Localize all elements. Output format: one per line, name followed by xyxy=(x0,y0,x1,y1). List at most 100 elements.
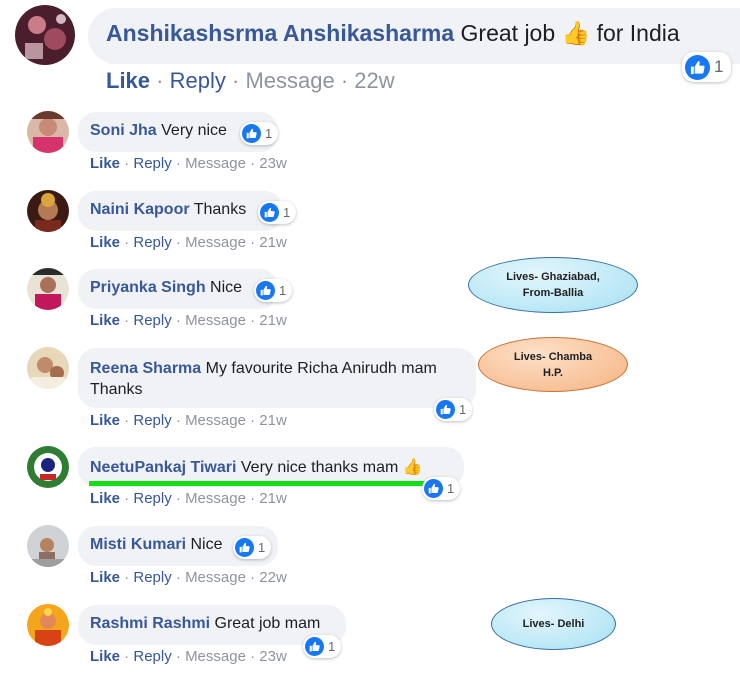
reply-actions: Like · Reply · Message · 23w xyxy=(90,155,287,172)
reply-timestamp[interactable]: 23w xyxy=(259,155,287,172)
reply-actions: Like · Reply · Message · 22w xyxy=(90,569,287,586)
comment-text-after: for India xyxy=(596,20,680,46)
reply-link[interactable]: Reply xyxy=(133,648,171,665)
reply-link[interactable]: Reply xyxy=(170,68,226,93)
reply-text-line2: Thanks xyxy=(90,381,143,398)
reply-link[interactable]: Reply xyxy=(133,312,171,329)
avatar[interactable] xyxy=(27,604,69,646)
like-link[interactable]: Like xyxy=(90,490,120,507)
message-link[interactable]: Message xyxy=(185,312,246,329)
reaction-badge[interactable]: 1 xyxy=(254,279,293,302)
avatar[interactable] xyxy=(27,111,69,153)
avatar-image xyxy=(27,347,69,389)
reply-author[interactable]: Reena Sharma xyxy=(90,360,201,377)
reply-author[interactable]: Priyanka Singh xyxy=(90,279,206,296)
message-link[interactable]: Message xyxy=(185,490,246,507)
reply-timestamp[interactable]: 22w xyxy=(259,569,287,586)
thumbs-up-emoji: 👍 xyxy=(402,459,423,476)
callout-line1: Lives- Chamba xyxy=(513,350,593,363)
comment-bubble: Anshikashsrma Anshikasharma Great job 👍 … xyxy=(88,8,740,64)
location-callout: Lives- Chamba H.P. xyxy=(478,337,628,392)
reply-timestamp[interactable]: 21w xyxy=(259,312,287,329)
reaction-count: 1 xyxy=(258,540,266,555)
reply-bubble: Naini Kapoor Thanks xyxy=(78,191,283,231)
message-link[interactable]: Message xyxy=(245,68,334,93)
like-link[interactable]: Like xyxy=(90,312,120,329)
avatar[interactable] xyxy=(15,5,75,65)
reply-link[interactable]: Reply xyxy=(133,155,171,172)
reply-link[interactable]: Reply xyxy=(133,412,171,429)
like-reaction-icon xyxy=(260,203,279,222)
like-link[interactable]: Like xyxy=(90,648,120,665)
message-link[interactable]: Message xyxy=(185,234,246,251)
reply-text: Nice xyxy=(190,536,223,553)
like-reaction-icon xyxy=(256,281,275,300)
avatar-image xyxy=(27,190,69,232)
avatar-image xyxy=(27,446,69,488)
message-link[interactable]: Message xyxy=(185,569,246,586)
avatar[interactable] xyxy=(27,268,69,310)
comment-timestamp[interactable]: 22w xyxy=(354,68,394,93)
reply-text: Nice xyxy=(210,279,243,296)
reply-author[interactable]: Rashmi Rashmi xyxy=(90,615,210,632)
reaction-badge[interactable]: 1 xyxy=(422,477,461,500)
reaction-badge[interactable]: 1 xyxy=(303,635,342,658)
callout-line1: Lives- Ghaziabad, xyxy=(506,271,600,283)
avatar-image xyxy=(15,5,75,65)
message-link[interactable]: Message xyxy=(185,648,246,665)
reply-author[interactable]: NeetuPankaj Tiwari xyxy=(90,459,236,476)
reply-timestamp[interactable]: 21w xyxy=(259,234,287,251)
reply-text: Thanks xyxy=(193,201,247,218)
reply-timestamp[interactable]: 21w xyxy=(259,490,287,507)
like-reaction-icon xyxy=(424,479,443,498)
like-link[interactable]: Like xyxy=(90,155,120,172)
reply-link[interactable]: Reply xyxy=(133,490,171,507)
callout-line1: Lives- Delhi xyxy=(522,618,585,630)
reaction-badge[interactable]: 1 xyxy=(240,122,279,145)
reaction-badge[interactable]: 1 xyxy=(682,52,732,82)
like-link[interactable]: Like xyxy=(90,412,120,429)
avatar[interactable] xyxy=(27,446,69,488)
reaction-count: 1 xyxy=(328,639,336,654)
reply-author[interactable]: Misti Kumari xyxy=(90,536,186,553)
reply-bubble: Reena Sharma My favourite Richa Anirudh … xyxy=(78,348,476,408)
reaction-badge[interactable]: 1 xyxy=(434,398,473,421)
thumbs-up-emoji: 👍 xyxy=(561,20,591,46)
reply-timestamp[interactable]: 23w xyxy=(259,648,287,665)
like-link[interactable]: Like xyxy=(90,569,120,586)
comment-author[interactable]: Anshikashsrma Anshikasharma xyxy=(106,20,454,46)
message-link[interactable]: Message xyxy=(185,155,246,172)
reply-actions: Like · Reply · Message · 21w xyxy=(90,490,287,507)
reaction-count: 1 xyxy=(447,481,455,496)
reaction-count: 1 xyxy=(265,126,273,141)
like-reaction-icon xyxy=(685,54,710,80)
avatar-image xyxy=(27,111,69,153)
location-callout: Lives- Ghaziabad, From-Ballia xyxy=(468,257,638,313)
reaction-badge[interactable]: 1 xyxy=(233,536,272,559)
reply-actions: Like · Reply · Message · 21w xyxy=(90,412,287,429)
like-link[interactable]: Like xyxy=(90,234,120,251)
reaction-count: 1 xyxy=(283,205,291,220)
like-link[interactable]: Like xyxy=(106,68,150,93)
callout-line2: H.P. xyxy=(543,366,563,379)
avatar[interactable] xyxy=(27,190,69,232)
avatar-image xyxy=(27,525,69,567)
reply-author[interactable]: Naini Kapoor xyxy=(90,201,190,218)
avatar[interactable] xyxy=(27,525,69,567)
reply-bubble: Priyanka Singh Nice xyxy=(78,269,278,309)
like-reaction-icon xyxy=(235,538,254,557)
reaction-count: 1 xyxy=(714,57,724,76)
reply-link[interactable]: Reply xyxy=(133,234,171,251)
reply-text: Very nice thanks mam xyxy=(240,459,399,476)
reply-author[interactable]: Soni Jha xyxy=(90,122,157,139)
like-reaction-icon xyxy=(305,637,324,656)
reply-text: My favourite Richa Anirudh mam xyxy=(205,360,437,377)
reaction-count: 1 xyxy=(279,283,287,298)
message-link[interactable]: Message xyxy=(185,412,246,429)
reaction-badge[interactable]: 1 xyxy=(258,201,297,224)
comment-text: Great job xyxy=(460,20,556,46)
reply-actions: Like · Reply · Message · 21w xyxy=(90,234,287,251)
avatar[interactable] xyxy=(27,347,69,389)
reply-link[interactable]: Reply xyxy=(133,569,171,586)
reply-timestamp[interactable]: 21w xyxy=(259,412,287,429)
